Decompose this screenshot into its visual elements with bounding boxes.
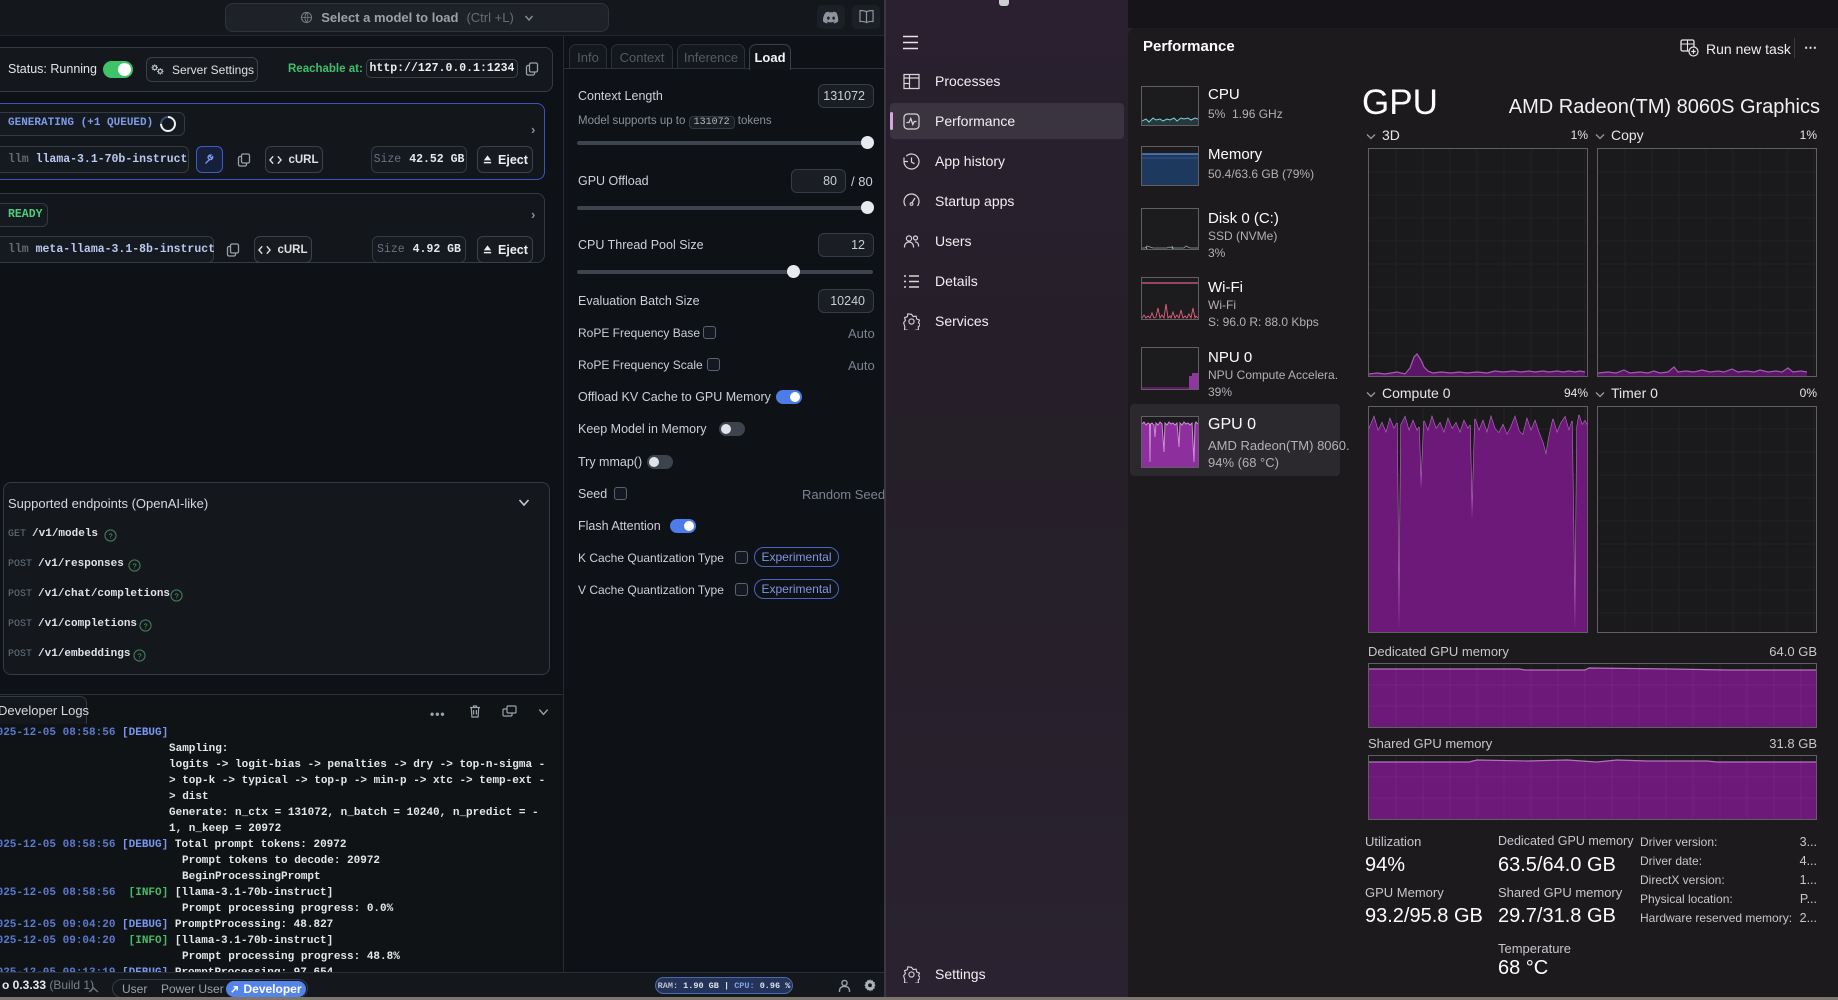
- svg-text:?: ?: [174, 591, 178, 600]
- svg-text:?: ?: [137, 651, 141, 660]
- svg-text:?: ?: [143, 621, 147, 630]
- svg-text:?: ?: [132, 561, 136, 570]
- svg-text:?: ?: [108, 531, 112, 540]
